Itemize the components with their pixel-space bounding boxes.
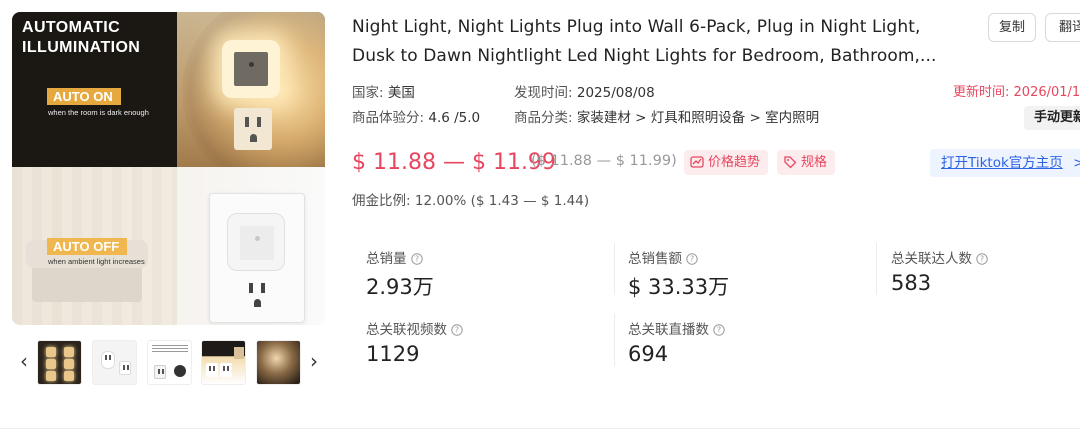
thumbnail-4[interactable]	[201, 340, 246, 385]
night-light-off	[227, 213, 285, 271]
stat-total-livestreams: 总关联直播数? 694	[628, 318, 725, 366]
stat-label-row: 总关联达人数?	[891, 247, 988, 267]
score-label: 商品体验分:	[352, 110, 425, 126]
original-price-range: ($ 11.88 — $ 11.99)	[531, 153, 677, 169]
stat-label: 总关联达人数	[891, 251, 972, 267]
stat-divider	[614, 314, 615, 366]
product-title-line-1: Night Light, Night Lights Plug into Wall…	[352, 17, 921, 37]
stat-total-sales: 总销量? 2.93万	[366, 247, 434, 301]
stat-total-videos: 总关联视频数? 1129	[366, 318, 463, 366]
open-tiktok-homepage-button[interactable]: 打开Tiktok官方主页 >	[930, 149, 1080, 177]
stat-label: 总销量	[366, 251, 407, 267]
image-night-scene: AUTOMATIC ILLUMINATION AUTO ON when the …	[12, 12, 325, 167]
category-label: 商品分类:	[514, 110, 573, 126]
chevron-right-icon[interactable]: ›	[304, 350, 324, 374]
stat-label-row: 总销量?	[366, 247, 434, 267]
product-title: Night Light, Night Lights Plug into Wall…	[352, 13, 962, 71]
category-path[interactable]: 家装建材 > 灯具和照明设备 > 室内照明	[577, 110, 819, 126]
stat-value: 1129	[366, 342, 420, 366]
translate-button[interactable]: 翻译	[1045, 13, 1080, 42]
country-label: 国家:	[352, 85, 384, 101]
price-trend-label: 价格趋势	[708, 155, 761, 170]
stat-label-row: 总关联直播数?	[628, 318, 725, 338]
stat-label: 总关联视频数	[366, 322, 447, 338]
spec-button[interactable]: 规格	[777, 150, 836, 175]
thumbnail-3[interactable]	[147, 340, 192, 385]
product-main-image[interactable]: AUTOMATIC ILLUMINATION AUTO ON when the …	[12, 12, 325, 325]
section-divider	[0, 428, 1080, 429]
svg-text:?: ?	[455, 326, 459, 335]
stat-total-creators: 总关联达人数? 583	[891, 247, 988, 295]
copy-button[interactable]: 复制	[988, 13, 1036, 42]
thumbnail-2[interactable]	[92, 340, 137, 385]
sofa-illustration	[26, 240, 148, 302]
help-circle-icon[interactable]: ?	[976, 253, 988, 265]
help-circle-icon[interactable]: ?	[713, 324, 725, 336]
image-headline: AUTOMATIC ILLUMINATION	[22, 18, 140, 58]
country-info: 国家: 美国	[352, 84, 415, 102]
help-circle-icon[interactable]: ?	[686, 253, 698, 265]
found-time-value: 2025/08/08	[576, 85, 655, 101]
trend-chart-icon	[690, 156, 704, 168]
svg-text:?: ?	[414, 255, 418, 264]
stat-label: 总销售额	[628, 251, 682, 267]
svg-text:?: ?	[980, 255, 984, 264]
svg-text:?: ?	[690, 255, 694, 264]
auto-on-badge: AUTO ON	[47, 88, 121, 105]
stat-divider	[876, 243, 877, 295]
wall-outlet	[234, 108, 272, 150]
country-value: 美国	[387, 85, 415, 101]
chevron-left-icon[interactable]: ‹	[14, 350, 34, 374]
stat-total-revenue: 总销售额? $ 33.33万	[628, 247, 729, 301]
commission-label: 佣金比例:	[352, 193, 411, 209]
auto-off-caption: when ambient light increases	[48, 257, 145, 266]
thumbnail-strip: ‹ ›	[12, 338, 325, 386]
stat-label: 总关联直播数	[628, 322, 709, 338]
commission-value: 12.00% ($ 1.43 — $ 1.44)	[414, 193, 590, 209]
stat-label-row: 总销售额?	[628, 247, 729, 267]
updated-time-label: 更新时间:	[953, 85, 1010, 100]
help-circle-icon[interactable]: ?	[451, 324, 463, 336]
stat-divider	[614, 243, 615, 295]
found-time-label: 发现时间:	[514, 85, 573, 101]
stat-value: 2.93万	[366, 275, 434, 299]
score-value: 4.6 /5.0	[428, 110, 481, 126]
stat-value: 583	[891, 271, 932, 295]
manual-update-button[interactable]: 手动更新	[1024, 106, 1080, 130]
night-light-on	[222, 40, 280, 98]
tag-icon	[784, 156, 797, 169]
tiktok-link-label: 打开Tiktok官方主页	[941, 155, 1063, 171]
stat-value: $ 33.33万	[628, 275, 730, 299]
wall-outlet-lower	[240, 279, 274, 315]
updated-time-value: 2026/01/1	[1013, 85, 1080, 100]
chevron-right-small-icon: >	[1073, 155, 1080, 171]
spec-label: 规格	[801, 155, 828, 170]
stat-label-row: 总关联视频数?	[366, 318, 463, 338]
updated-time-info: 更新时间: 2026/01/1	[953, 84, 1080, 102]
thumbnail-1[interactable]	[37, 340, 82, 385]
price-trend-button[interactable]: 价格趋势	[684, 150, 769, 175]
svg-text:?: ?	[717, 326, 721, 335]
thumbnail-5[interactable]	[256, 340, 301, 385]
commission-info: 佣金比例: 12.00% ($ 1.43 — $ 1.44)	[352, 189, 589, 209]
auto-on-caption: when the room is dark enough	[48, 108, 149, 117]
help-circle-icon[interactable]: ?	[410, 253, 423, 265]
product-title-line-2: Dusk to Dawn Nightlight Led Night Lights…	[352, 46, 937, 66]
headline-line-1: AUTOMATIC	[22, 19, 121, 36]
price-range: $ 11.88 — $ 11.99	[352, 150, 556, 175]
auto-off-badge: AUTO OFF	[47, 238, 128, 255]
headline-line-2: ILLUMINATION	[22, 39, 141, 56]
found-time-info: 发现时间: 2025/08/08	[514, 84, 655, 102]
experience-score-info: 商品体验分: 4.6 /5.0	[352, 109, 480, 127]
stat-value: 694	[628, 342, 669, 366]
category-info: 商品分类: 家装建材 > 灯具和照明设备 > 室内照明	[514, 109, 819, 127]
